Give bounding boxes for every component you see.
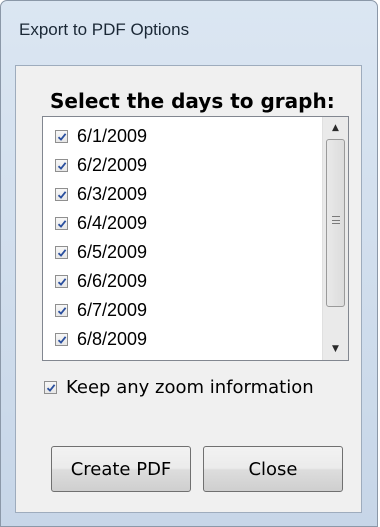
checkmark-icon xyxy=(57,190,67,199)
day-checkbox[interactable] xyxy=(55,187,68,201)
day-checkbox[interactable] xyxy=(55,245,68,259)
title-bar[interactable]: Export to PDF Options xyxy=(1,1,377,65)
list-item[interactable]: 6/8/2009 xyxy=(55,326,147,352)
export-pdf-window: Export to PDF Options Select the days to… xyxy=(0,0,378,527)
checkmark-icon xyxy=(57,132,67,141)
day-label: 6/8/2009 xyxy=(77,328,148,349)
close-button[interactable]: Close xyxy=(203,446,343,492)
day-checkbox[interactable] xyxy=(55,274,68,288)
list-item[interactable]: 6/7/2009 xyxy=(55,297,147,323)
day-checkbox[interactable] xyxy=(55,216,68,230)
list-item[interactable]: 6/2/2009 xyxy=(55,152,147,178)
day-checkbox[interactable] xyxy=(55,303,68,317)
day-label: 6/5/2009 xyxy=(77,241,148,262)
list-item[interactable]: 6/1/2009 xyxy=(55,123,147,149)
window-title: Export to PDF Options xyxy=(19,20,190,39)
day-checkbox[interactable] xyxy=(55,129,68,143)
keep-zoom-label: Keep any zoom information xyxy=(66,376,314,398)
checkmark-icon xyxy=(57,335,67,344)
checkmark-icon xyxy=(57,161,67,170)
checkmark-icon xyxy=(57,248,67,257)
checkmark-icon xyxy=(57,306,67,315)
day-checkbox[interactable] xyxy=(55,158,68,172)
keep-zoom-checkbox[interactable] xyxy=(44,380,57,394)
checkmark-icon xyxy=(46,383,56,392)
scroll-up-button[interactable]: ▲ xyxy=(323,117,348,139)
scroll-down-button[interactable]: ▼ xyxy=(323,338,348,360)
day-label: 6/7/2009 xyxy=(77,299,148,320)
day-label: 6/4/2009 xyxy=(77,212,148,233)
days-listbox[interactable]: 6/1/2009 6/2/2009 6/3/2009 6/4/2009 6/5/2009… xyxy=(42,116,349,361)
day-checkbox[interactable] xyxy=(55,332,68,346)
down-arrow-icon: ▼ xyxy=(332,344,339,354)
day-label: 6/3/2009 xyxy=(77,183,148,204)
list-item[interactable]: 6/4/2009 xyxy=(55,210,147,236)
keep-zoom-option[interactable]: Keep any zoom information xyxy=(44,374,314,400)
checkmark-icon xyxy=(57,277,67,286)
list-item[interactable]: 6/3/2009 xyxy=(55,181,147,207)
day-label: 6/1/2009 xyxy=(77,125,148,146)
day-label: 6/6/2009 xyxy=(77,270,148,291)
dialog-body: Select the days to graph: 6/1/2009 6/2/20… xyxy=(15,65,362,513)
days-heading: Select the days to graph: xyxy=(50,89,335,113)
up-arrow-icon: ▲ xyxy=(332,123,339,133)
scroll-thumb[interactable] xyxy=(326,139,345,307)
checkmark-icon xyxy=(57,219,67,228)
list-item[interactable]: 6/6/2009 xyxy=(55,268,147,294)
list-item[interactable]: 6/5/2009 xyxy=(55,239,147,265)
vertical-scrollbar[interactable]: ▲ ▼ xyxy=(322,117,348,360)
grip-icon xyxy=(332,216,340,224)
day-label: 6/2/2009 xyxy=(77,154,148,175)
create-pdf-button[interactable]: Create PDF xyxy=(51,446,191,492)
